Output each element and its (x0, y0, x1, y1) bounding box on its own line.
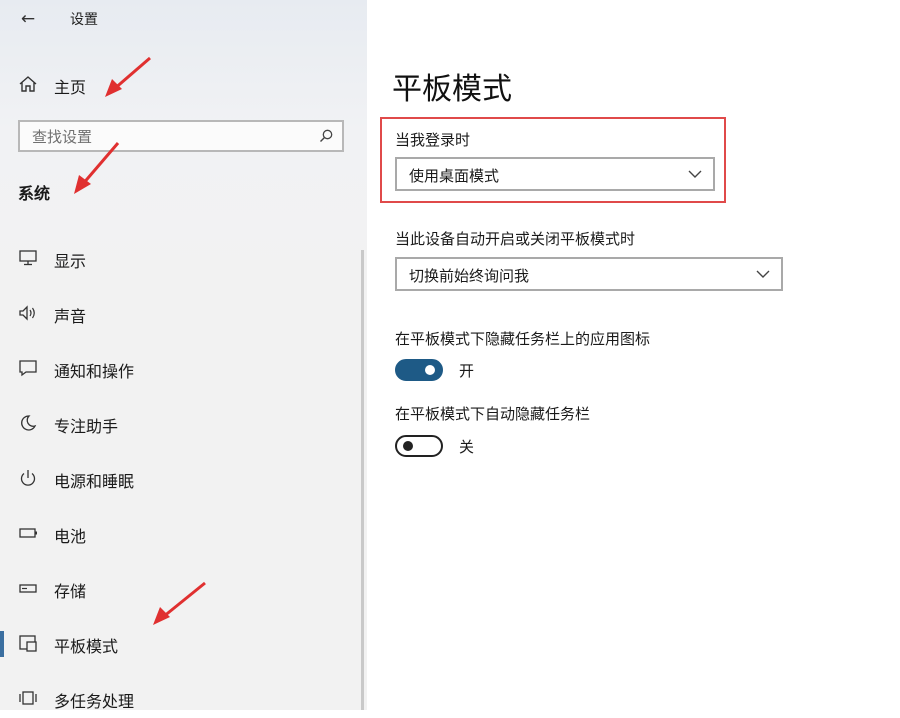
sidebar-home-label: 主页 (54, 78, 87, 97)
moon-icon (21, 415, 37, 431)
sidebar-item-notifications[interactable]: 通知和操作 (0, 348, 340, 388)
sidebar-item-tablet-mode[interactable]: 平板模式 (0, 623, 340, 663)
hide-icons-state: 开 (459, 362, 475, 380)
sidebar-item-focus-assist[interactable]: 专注助手 (0, 403, 340, 443)
monitor-icon (19, 250, 37, 266)
hide-taskbar-label: 在平板模式下自动隐藏任务栏 (395, 405, 591, 423)
toggle-knob (425, 365, 435, 375)
back-button[interactable]: ← (14, 6, 42, 32)
tablet-mode-icon (19, 635, 37, 652)
hide-taskbar-toggle[interactable] (395, 435, 443, 457)
multitask-icon (19, 691, 37, 705)
battery-icon (19, 528, 37, 538)
sidebar-item-storage[interactable]: 存储 (0, 568, 340, 608)
sidebar-item-label: 存储 (54, 582, 87, 601)
chevron-down-icon (688, 170, 702, 178)
sidebar-item-label: 专注助手 (54, 417, 119, 436)
sidebar-item-multitasking[interactable]: 多任务处理 (0, 678, 340, 718)
home-icon (19, 76, 37, 92)
sidebar-item-sound[interactable]: 声音 (0, 293, 340, 333)
auto-switch-label: 当此设备自动开启或关闭平板模式时 (395, 230, 636, 248)
back-arrow-icon: ← (20, 9, 36, 29)
speaker-icon (19, 305, 35, 321)
sidebar-item-label: 显示 (54, 252, 87, 271)
search-icon[interactable] (318, 128, 334, 144)
signin-dropdown-value: 使用桌面模式 (409, 167, 500, 185)
sidebar-item-label: 通知和操作 (54, 362, 135, 381)
section-title: 系统 (18, 184, 51, 203)
active-indicator (0, 631, 4, 657)
power-icon (20, 470, 36, 486)
app-title: 设置 (70, 12, 98, 28)
sidebar-item-display[interactable]: 显示 (0, 238, 340, 278)
hide-taskbar-state: 关 (459, 438, 475, 456)
sidebar-item-home[interactable]: 主页 (0, 66, 300, 102)
sidebar-item-label: 平板模式 (54, 637, 119, 656)
sidebar-item-power-sleep[interactable]: 电源和睡眠 (0, 458, 340, 498)
hide-icons-label: 在平板模式下隐藏任务栏上的应用图标 (395, 330, 651, 348)
chevron-down-icon (756, 270, 770, 278)
auto-switch-dropdown-value: 切换前始终询问我 (409, 267, 530, 285)
sidebar-item-label: 电池 (54, 527, 87, 546)
search-input[interactable] (30, 126, 304, 148)
sidebar-item-label: 声音 (54, 307, 87, 326)
signin-label: 当我登录时 (395, 131, 471, 149)
auto-switch-dropdown[interactable]: 切换前始终询问我 (395, 257, 783, 291)
toggle-knob (403, 441, 413, 451)
search-box[interactable] (18, 120, 344, 152)
notification-icon (19, 360, 37, 377)
sidebar-item-battery[interactable]: 电池 (0, 513, 340, 553)
storage-icon (19, 584, 37, 593)
page-title: 平板模式 (392, 72, 512, 107)
sidebar-scrollbar[interactable] (361, 250, 364, 710)
sidebar-item-label: 多任务处理 (54, 692, 135, 711)
signin-dropdown[interactable]: 使用桌面模式 (395, 157, 715, 191)
sidebar: ← 设置 主页 系统 显示 声音 通知和操作 (0, 0, 367, 711)
hide-icons-toggle[interactable] (395, 359, 443, 381)
sidebar-item-label: 电源和睡眠 (54, 472, 135, 491)
